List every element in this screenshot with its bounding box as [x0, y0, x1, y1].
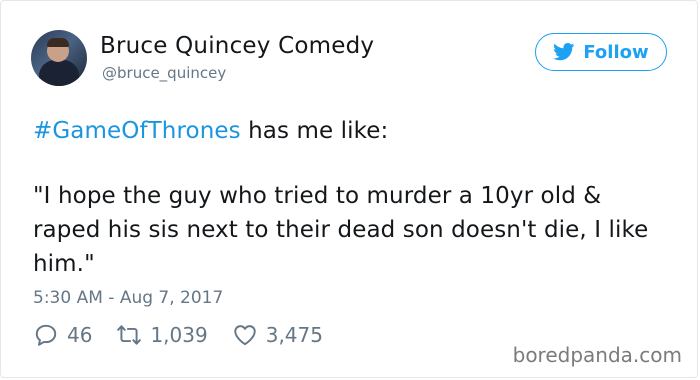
retweet-count: 1,039: [150, 323, 208, 347]
retweet-action[interactable]: 1,039: [116, 322, 208, 348]
watermark: boredpanda.com: [512, 343, 682, 367]
user-handle[interactable]: @bruce_quincey: [102, 64, 226, 82]
tweet-quote-line-2: raped his sis next to their dead son doe…: [33, 217, 649, 243]
retweet-icon: [117, 325, 142, 345]
tweet-actions: 46 1,039 3,475: [33, 322, 347, 348]
avatar[interactable]: [31, 30, 87, 86]
like-action[interactable]: 3,475: [232, 322, 323, 348]
heart-icon: [233, 325, 256, 346]
reply-icon: [35, 324, 57, 346]
tweet-quote-line-3: him.": [33, 251, 95, 277]
reply-action[interactable]: 46: [33, 322, 92, 348]
like-count: 3,475: [265, 323, 323, 347]
follow-button[interactable]: Follow: [535, 33, 667, 71]
avatar-hair: [47, 38, 69, 47]
display-name[interactable]: Bruce Quincey Comedy: [100, 33, 374, 59]
tweet-quote-line-1: "I hope the guy who tried to murder a 10…: [33, 183, 602, 209]
hashtag-link[interactable]: #GameOfThrones: [33, 118, 241, 144]
avatar-suit: [39, 60, 79, 86]
twitter-bird-icon: [553, 43, 575, 61]
tweet-text-line-1: #GameOfThrones has me like:: [33, 118, 388, 144]
follow-label: Follow: [583, 41, 649, 63]
tweet-text-rest: has me like:: [240, 118, 389, 144]
reply-count: 46: [67, 323, 93, 347]
tweet-timestamp[interactable]: 5:30 AM - Aug 7, 2017: [33, 288, 223, 308]
